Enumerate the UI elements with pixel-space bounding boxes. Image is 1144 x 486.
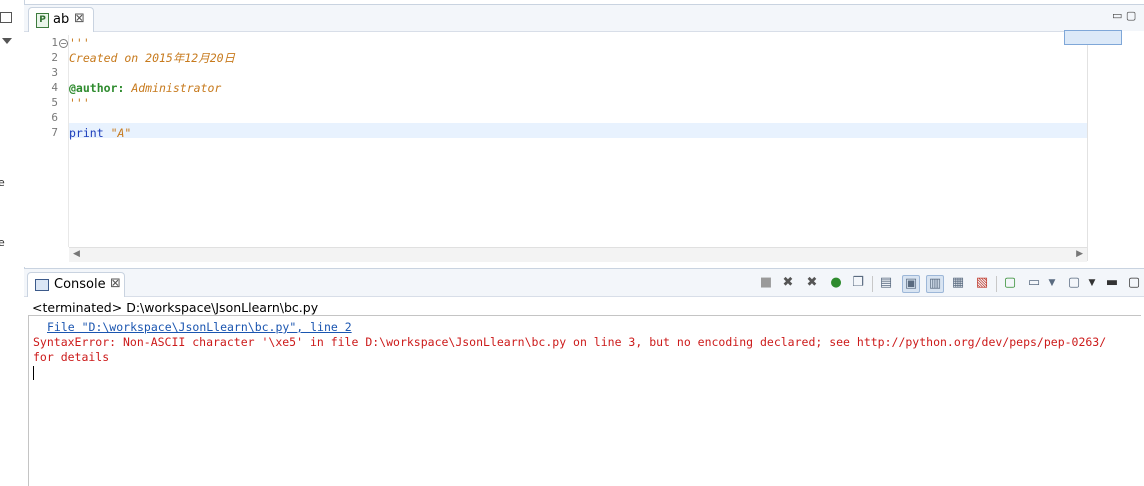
chevron-down-icon[interactable]: ▼ <box>1044 275 1060 291</box>
horizontal-scrollbar[interactable]: ◀ ▶ <box>69 247 1087 262</box>
cut-off-text: e <box>0 176 5 189</box>
console-tab-bar: Console ⊠ ■ ✖ ✖ ● ❐ ▤ ▣ ▥ ▦ ▧ ▢ ▭ ▼ ▢ ▼ … <box>24 269 1144 297</box>
display-selected-console-icon[interactable]: ▧ <box>974 275 990 291</box>
line-number: 4 <box>51 81 58 94</box>
code-line-4: @author: Administrator <box>69 81 222 95</box>
scroll-left-icon[interactable]: ◀ <box>73 249 80 259</box>
line-number: 6 <box>51 111 58 124</box>
run-icon[interactable]: ● <box>828 275 844 291</box>
console-icon <box>35 279 49 291</box>
editor-tab-ab[interactable]: P ab ⊠ <box>28 7 94 32</box>
display-console-icon[interactable]: ▭ <box>1026 275 1042 291</box>
line-number: 3 <box>51 66 58 79</box>
code-line-1: ''' <box>69 36 90 50</box>
open-console-icon[interactable]: ▢ <box>1002 275 1018 291</box>
clear-console-icon[interactable]: ▤ <box>878 275 894 291</box>
cut-off-text: e <box>0 236 5 249</box>
code-line-5: ''' <box>69 96 90 110</box>
console-view: Console ⊠ ■ ✖ ✖ ● ❐ ▤ ▣ ▥ ▦ ▧ ▢ ▭ ▼ ▢ ▼ … <box>24 268 1144 486</box>
word-wrap-icon[interactable]: ▥ <box>926 275 944 293</box>
code-line-2: Created on 2015年12月20日 <box>69 51 236 65</box>
error-message-continued: for details <box>33 350 110 364</box>
scroll-right-icon[interactable]: ▶ <box>1076 249 1083 259</box>
fold-collapse-icon[interactable]: − <box>59 39 68 48</box>
left-view-strip: e e <box>0 0 25 484</box>
code-line-7: print "A" <box>69 126 132 140</box>
python-file-icon: P <box>36 13 49 28</box>
editor-pane: P ab ⊠ ▭ ▢ 1 2 3 4 5 6 7 − ''' Created o… <box>24 4 1144 267</box>
close-icon[interactable]: ⊠ <box>74 11 85 26</box>
console-output[interactable]: File "D:\workspace\JsonLlearn\bc.py", li… <box>28 315 1141 486</box>
code-area[interactable]: ''' Created on 2015年12月20日 @author: Admi… <box>69 35 1087 247</box>
error-message: SyntaxError: Non-ASCII character '\xe5' … <box>33 335 1107 349</box>
editor-tab-bar: P ab ⊠ ▭ ▢ <box>24 5 1144 32</box>
terminate-icon[interactable]: ■ <box>758 275 774 291</box>
tab-console[interactable]: Console ⊠ <box>27 272 125 297</box>
line-number: 7 <box>51 126 58 139</box>
restore-icon[interactable] <box>0 12 12 23</box>
maximize-icon[interactable]: ▢ <box>1126 275 1142 291</box>
overview-ruler <box>1087 31 1144 261</box>
pin-console-icon[interactable]: ▦ <box>950 275 966 291</box>
terminated-launch-label: <terminated> D:\workspace\JsonLlearn\bc.… <box>32 300 319 315</box>
new-console-icon[interactable]: ▢ <box>1066 275 1082 291</box>
console-tab-label: Console <box>54 277 106 292</box>
line-number: 1 <box>51 36 58 49</box>
close-icon[interactable]: ⊠ <box>110 276 121 291</box>
stack-trace-link[interactable]: File "D:\workspace\JsonLlearn\bc.py", li… <box>47 320 352 334</box>
text-caret <box>33 366 34 380</box>
line-number: 2 <box>51 51 58 64</box>
remove-all-terminated-icon[interactable]: ✖ <box>804 275 820 291</box>
view-menu-icon[interactable] <box>2 38 12 44</box>
scroll-lock-icon[interactable]: ▣ <box>902 275 920 293</box>
minimize-icon[interactable]: ▬ <box>1104 275 1120 291</box>
view-menu-icon[interactable]: ▼ <box>1084 275 1100 291</box>
line-number: 5 <box>51 96 58 109</box>
line-number-gutter: 1 2 3 4 5 6 7 <box>42 35 69 247</box>
remove-launch-icon[interactable]: ✖ <box>780 275 796 291</box>
copy-icon[interactable]: ❐ <box>850 275 866 291</box>
minimize-maximize-icon[interactable]: ▭ ▢ <box>1112 9 1136 22</box>
editor-tab-label: ab <box>53 12 70 27</box>
overview-ruler-marker[interactable] <box>1064 30 1122 45</box>
